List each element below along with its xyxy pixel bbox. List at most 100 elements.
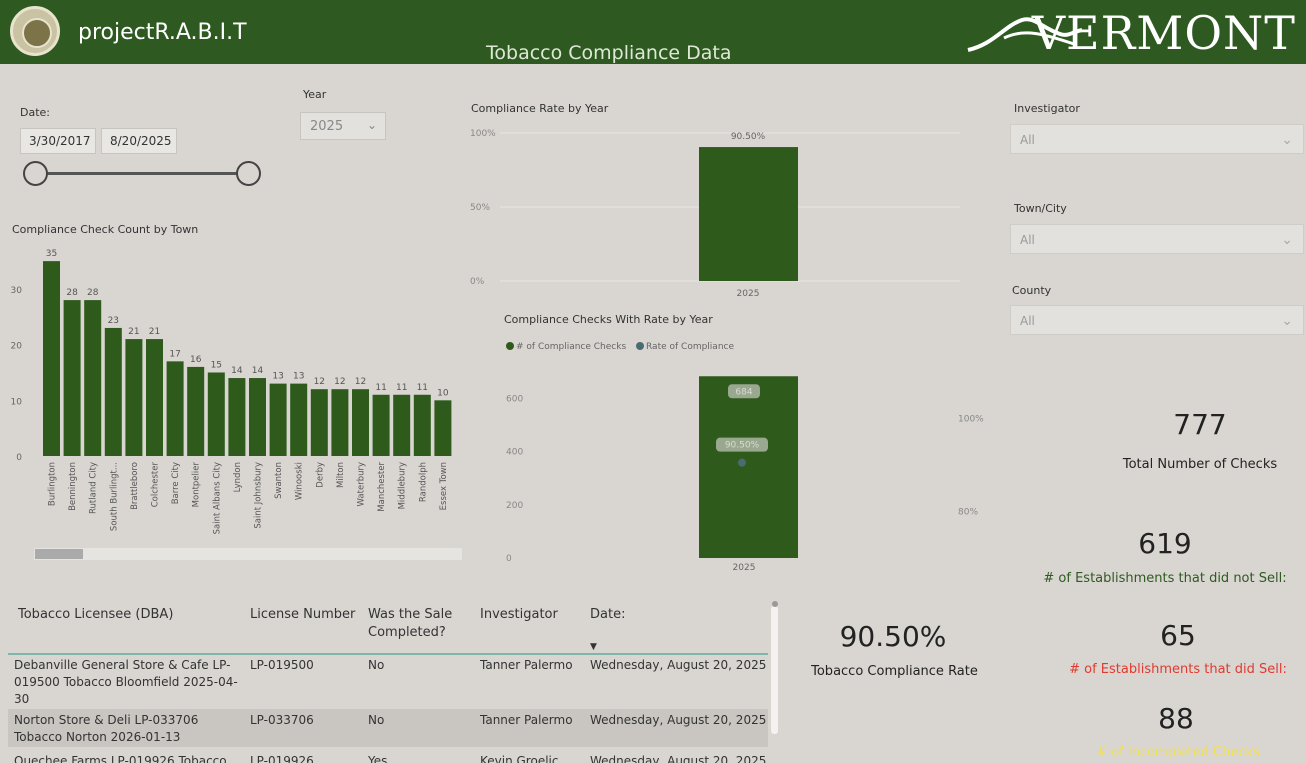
incomplete-label: # of Incompleted Checks — [1096, 745, 1260, 760]
bar — [269, 383, 287, 456]
bar — [104, 327, 122, 456]
data-label: 28 — [87, 288, 99, 298]
rate-point — [738, 458, 746, 467]
rate-chart-title: Compliance Rate by Year — [471, 102, 609, 115]
investigator-value: All — [1020, 133, 1035, 147]
chevron-down-icon: ⌄ — [366, 118, 377, 132]
town-dropdown[interactable]: All ⌄ — [1010, 224, 1304, 254]
legend-swatch — [506, 342, 514, 350]
data-label: 13 — [293, 372, 304, 382]
scroll-up-handle[interactable] — [772, 601, 778, 607]
combo-chart-title: Compliance Checks With Rate by Year — [504, 313, 713, 326]
county-dropdown[interactable]: All ⌄ — [1010, 305, 1304, 335]
x-tick-label: South Burlingt... — [109, 462, 119, 531]
data-label: 14 — [252, 366, 264, 376]
cell-license: LP-019500 — [250, 658, 314, 672]
legend-swatch — [636, 342, 644, 350]
y2-tick-label: 100% — [958, 415, 984, 425]
col-header-license[interactable]: License Number — [250, 606, 360, 624]
investigator-label: Investigator — [1014, 102, 1080, 115]
table-row[interactable]: Quechee Farms LP-019926 Tobacco LP-01992… — [8, 750, 768, 763]
data-label: 17 — [169, 349, 180, 359]
cell-dba: Debanville General Store & Cafe LP-01950… — [14, 658, 238, 706]
x-tick-label: Rutland City — [89, 462, 99, 514]
y2-tick-label: 80% — [958, 508, 978, 518]
bar — [187, 366, 205, 456]
x-tick-label: Burlington — [48, 462, 58, 506]
investigator-dropdown[interactable]: All ⌄ — [1010, 124, 1304, 154]
x-tick-label: Manchester — [377, 462, 387, 512]
data-label: 11 — [417, 383, 428, 393]
col-header-investigator[interactable]: Investigator — [480, 606, 580, 624]
year-select[interactable]: 2025 ⌄ — [300, 112, 386, 140]
x-tick-label: Barre City — [171, 462, 181, 504]
scrollbar-thumb — [35, 549, 83, 559]
did-sell-label: # of Establishments that did Sell: — [1069, 662, 1287, 677]
town-bar-chart: 0 10 20 30 35 Burlington 28 Bennington 28 Rutland… — [11, 249, 462, 560]
data-label: 23 — [108, 316, 119, 326]
bar — [413, 394, 431, 456]
compliance-rate-value: 90.50% — [839, 620, 947, 653]
legend-label: Rate of Compliance — [646, 342, 734, 352]
county-label: County — [1012, 284, 1052, 297]
header-bar: projectR.A.B.I.T Tobacco Compliance Data… — [0, 0, 1306, 64]
data-label: 28 — [66, 288, 78, 298]
table-scrollbar[interactable] — [771, 606, 778, 734]
y-tick-label: 200 — [506, 501, 523, 511]
year-value: 2025 — [310, 119, 344, 134]
table-row[interactable]: Norton Store & Deli LP-033706 Tobacco No… — [8, 709, 768, 747]
town-label: Town/City — [1014, 202, 1067, 215]
no-sell-label: # of Establishments that did not Sell: — [1043, 571, 1287, 586]
chevron-down-icon: ⌄ — [1281, 132, 1293, 148]
table-row[interactable]: Debanville General Store & Cafe LP-01950… — [8, 655, 768, 706]
cell-investigator: Tanner Palermo — [480, 658, 573, 672]
date-range-slider[interactable] — [36, 172, 248, 175]
data-label: 12 — [334, 377, 345, 387]
col-header-sale-completed[interactable]: Was the Sale Completed? — [368, 606, 474, 642]
slider-start-handle[interactable] — [23, 161, 48, 186]
date-end-input[interactable]: 8/20/2025 — [101, 128, 177, 154]
y-tick-label: 20 — [11, 342, 23, 352]
bar — [393, 394, 411, 456]
vermont-seal-logo — [10, 6, 60, 56]
slider-end-handle[interactable] — [236, 161, 261, 186]
bar — [84, 300, 102, 456]
cell-dba: Norton Store & Deli LP-033706 Tobacco No… — [14, 713, 199, 744]
x-tick-label: Winooski — [295, 462, 305, 500]
y-tick-label: 0 — [506, 554, 512, 564]
y-tick-label: 10 — [11, 397, 23, 407]
vermont-wordmark: VERMONT — [1031, 6, 1296, 60]
data-label: 90.50% — [725, 441, 760, 451]
y-tick-label: 400 — [506, 448, 523, 458]
cell-date: Wednesday, August 20, 2025 — [590, 658, 767, 672]
sort-desc-icon[interactable]: ▼ — [590, 642, 597, 652]
bar — [331, 389, 349, 456]
cell-investigator: Tanner Palermo — [480, 713, 573, 727]
cell-sale: No — [368, 658, 385, 672]
chevron-down-icon: ⌄ — [1281, 232, 1293, 248]
col-header-dba[interactable]: Tobacco Licensee (DBA) — [18, 606, 248, 624]
data-label: 12 — [355, 377, 366, 387]
chevron-down-icon: ⌄ — [1281, 313, 1293, 329]
date-start-input[interactable]: 3/30/2017 — [20, 128, 96, 154]
bar — [352, 389, 369, 456]
cell-sale: No — [368, 713, 385, 727]
bar — [699, 147, 798, 281]
data-label: 13 — [272, 372, 283, 382]
total-checks-label: Total Number of Checks — [1122, 457, 1278, 472]
data-label: 11 — [375, 383, 386, 393]
y-tick-label: 0 — [16, 453, 22, 463]
data-label: 21 — [128, 327, 139, 337]
x-tick-label: Randolph — [418, 462, 428, 502]
col-header-date[interactable]: Date: — [590, 606, 690, 624]
x-tick-label: Saint Albans City — [212, 462, 222, 534]
no-sell-value: 619 — [1138, 527, 1192, 560]
bar — [290, 383, 308, 456]
bar — [372, 394, 390, 456]
data-label: 21 — [149, 327, 160, 337]
cell-sale: Yes — [368, 754, 388, 763]
y-tick-label: 30 — [11, 286, 23, 296]
cell-date: Wednesday, August 20, 2025 — [590, 713, 767, 727]
y-tick-label: 0% — [470, 277, 485, 287]
legend-label: # of Compliance Checks — [516, 342, 626, 352]
